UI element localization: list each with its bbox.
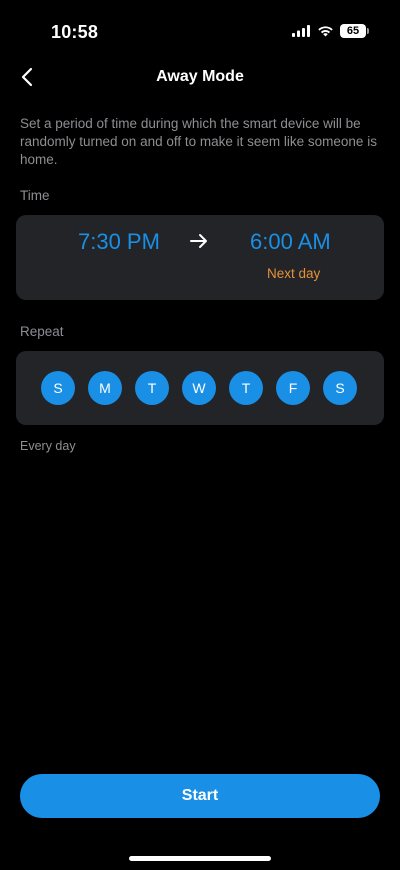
- start-time[interactable]: 7:30 PM: [78, 229, 160, 255]
- wifi-icon: [317, 25, 334, 37]
- start-button[interactable]: Start: [20, 774, 380, 818]
- nav-bar: Away Mode: [0, 56, 400, 100]
- status-bar: 10:58 65: [0, 0, 400, 60]
- repeat-section-label: Repeat: [20, 324, 64, 339]
- status-time: 10:58: [51, 22, 99, 42]
- cellular-signal-icon: [292, 25, 311, 37]
- day-button-saturday[interactable]: S: [323, 371, 357, 405]
- time-section-label: Time: [20, 188, 50, 203]
- day-selector: S M T W T F S: [41, 371, 357, 405]
- day-button-thursday[interactable]: T: [229, 371, 263, 405]
- battery-icon: 65: [340, 24, 369, 38]
- arrow-right-icon: [189, 233, 209, 254]
- day-button-wednesday[interactable]: W: [182, 371, 216, 405]
- end-time[interactable]: 6:00 AM: [250, 229, 331, 255]
- day-button-monday[interactable]: M: [88, 371, 122, 405]
- next-day-note: Next day: [267, 266, 321, 281]
- day-button-tuesday[interactable]: T: [135, 371, 169, 405]
- repeat-summary: Every day: [20, 439, 76, 453]
- day-button-friday[interactable]: F: [276, 371, 310, 405]
- status-icons: 65: [292, 24, 369, 38]
- repeat-card: S M T W T F S: [16, 351, 384, 425]
- page-title: Away Mode: [156, 68, 244, 85]
- home-indicator: [129, 856, 271, 861]
- description-text: Set a period of time during which the sm…: [20, 116, 377, 167]
- day-button-sunday[interactable]: S: [41, 371, 75, 405]
- time-card: 7:30 PM 6:00 AM Next day: [16, 215, 384, 300]
